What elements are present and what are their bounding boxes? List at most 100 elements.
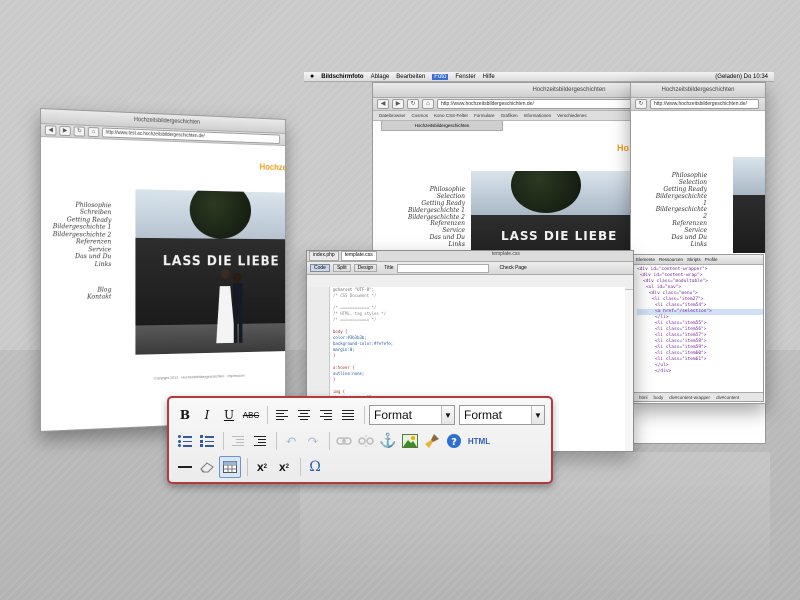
indent-icon[interactable]: [250, 431, 270, 451]
editor-tab-template[interactable]: template.css: [340, 251, 377, 261]
nav-item[interactable]: Bildergeschichte 1: [651, 193, 707, 208]
chevron-down-icon[interactable]: ▼: [531, 406, 544, 424]
home-icon[interactable]: ⌂: [422, 99, 434, 109]
cleanup-brush-icon[interactable]: [422, 431, 442, 451]
nav-item[interactable]: Links: [395, 241, 465, 249]
bookmark-item[interactable]: Dateibrowser: [379, 113, 406, 118]
right-browser-titlebar: Hochzeitsbildergeschichten: [631, 83, 765, 98]
devtools-crumb[interactable]: div#content-wrapper: [669, 395, 710, 400]
left-site-nav: Philosophie Schreiben Getting Ready Bilderg…: [53, 201, 112, 268]
left-browser-window: Hochzeitsbildergeschichten ◀ ▶ ↻ ⌂ http:…: [40, 108, 286, 432]
editor-toolbar: Code Split Design Title Check Page: [307, 262, 633, 275]
bold-button[interactable]: B: [175, 405, 195, 425]
format-select-2[interactable]: Format ▼: [459, 405, 545, 425]
outdent-icon[interactable]: [228, 431, 248, 451]
align-center-icon[interactable]: [294, 405, 314, 425]
help-icon[interactable]: ?: [444, 431, 464, 451]
numbered-list-icon[interactable]: [197, 431, 217, 451]
separator: [329, 432, 330, 450]
reload-icon[interactable]: ↻: [635, 99, 647, 109]
check-page-button[interactable]: Check Page: [500, 265, 527, 271]
title-input[interactable]: [396, 263, 489, 273]
apple-icon[interactable]: ●: [310, 73, 314, 80]
forward-icon[interactable]: ▶: [392, 99, 404, 109]
reload-icon[interactable]: ↻: [73, 126, 86, 137]
table-icon[interactable]: [219, 456, 241, 478]
menu-item[interactable]: Fenster: [455, 74, 475, 80]
devtools-dom-tree[interactable]: <div id="content-wrapper"> <div id="conte…: [633, 265, 763, 375]
reload-icon[interactable]: ↻: [407, 99, 419, 109]
bookmark-item[interactable]: Cosmos: [412, 113, 429, 118]
underline-button[interactable]: U: [219, 405, 239, 425]
menu-item-active[interactable]: Foto: [432, 73, 449, 80]
separator: [223, 432, 224, 450]
devtools-crumb[interactable]: body: [654, 395, 664, 400]
rte-row-2: ↶ ↷ ⚓ ? HTML: [175, 430, 494, 452]
home-icon[interactable]: ⌂: [87, 126, 100, 138]
subscript-label: x: [256, 460, 264, 474]
right-browser-url[interactable]: http://www.hochzeitsbildergeschichten.de…: [650, 99, 759, 109]
devtools-tab[interactable]: Profile: [705, 257, 718, 262]
nav-item[interactable]: Links: [53, 260, 112, 268]
special-character-button[interactable]: Ω: [305, 457, 325, 477]
strikethrough-button[interactable]: ABC: [241, 405, 261, 425]
menu-item[interactable]: Bearbeiten: [396, 74, 425, 80]
format-select-1-value: Format: [374, 408, 413, 422]
forward-icon[interactable]: ▶: [59, 125, 71, 137]
mac-menubar: ● Bildschirmfoto Ablage Bearbeiten Foto …: [304, 72, 774, 82]
subscript-button[interactable]: x2: [252, 457, 272, 477]
editor-file-tabs: index.php template.css template.css: [307, 251, 633, 262]
view-split-button[interactable]: Split: [332, 264, 351, 272]
nav-item[interactable]: Kontakt: [53, 293, 111, 302]
nav-item[interactable]: Links: [651, 241, 707, 249]
undo-icon[interactable]: ↶: [281, 431, 301, 451]
separator: [300, 458, 301, 476]
devtools-crumb[interactable]: div#content: [716, 395, 739, 400]
link-icon[interactable]: [334, 431, 354, 451]
horizontal-rule-icon[interactable]: [175, 457, 195, 477]
unlink-icon[interactable]: [356, 431, 376, 451]
couple-figure: [216, 269, 243, 344]
menubar-app-name[interactable]: Bildschirmfoto: [321, 74, 363, 80]
back-icon[interactable]: ◀: [377, 99, 389, 109]
bookmark-item[interactable]: Grafiken: [501, 113, 518, 118]
devtools-tab[interactable]: Ressourcen: [659, 257, 683, 262]
redo-icon[interactable]: ↷: [303, 431, 323, 451]
align-left-icon[interactable]: [272, 405, 292, 425]
align-right-icon[interactable]: [316, 405, 336, 425]
svg-text:?: ?: [451, 437, 457, 448]
left-site-heading: Hochze: [259, 161, 286, 173]
format-select-1[interactable]: Format ▼: [369, 405, 455, 425]
center-tab[interactable]: Hochzeitsbildergeschichten: [381, 121, 503, 131]
menu-item[interactable]: Hilfe: [483, 74, 495, 80]
bookmark-item[interactable]: Kono CSS-Felter: [434, 113, 468, 118]
back-icon[interactable]: ◀: [44, 125, 57, 136]
editor-tab-index[interactable]: index.php: [309, 251, 339, 261]
view-design-button[interactable]: Design: [353, 264, 378, 272]
menu-item[interactable]: Ablage: [371, 74, 390, 80]
devtools-tab[interactable]: Elemente: [636, 257, 655, 262]
view-code-button[interactable]: Code: [310, 264, 330, 272]
bullet-list-icon[interactable]: [175, 431, 195, 451]
nav-item[interactable]: Bildergeschichte 2: [651, 207, 707, 221]
left-graffiti-text: LASS DIE LIEBE RE: [162, 253, 285, 270]
dom-node[interactable]: </div>: [637, 369, 763, 375]
superscript-label: x: [278, 460, 286, 474]
chevron-down-icon[interactable]: ▼: [441, 406, 454, 424]
align-justify-icon[interactable]: [338, 405, 358, 425]
rte-row-1: B I U ABC Format ▼ Format ▼: [175, 404, 549, 426]
rich-text-toolbar: B I U ABC Format ▼ Format ▼ ↶ ↷ ⚓ ? HTML…: [167, 396, 553, 484]
devtools-tab[interactable]: Skripts: [687, 257, 701, 262]
bookmark-item[interactable]: Verschiedenes: [557, 113, 587, 118]
italic-button[interactable]: I: [197, 405, 217, 425]
image-icon[interactable]: [400, 431, 420, 451]
anchor-icon[interactable]: ⚓: [378, 431, 398, 451]
bookmark-item[interactable]: Informationen: [524, 113, 552, 118]
superscript-button[interactable]: x2: [274, 457, 294, 477]
eraser-icon[interactable]: [197, 457, 217, 477]
separator: [364, 406, 365, 424]
bookmark-item[interactable]: Formulare: [474, 113, 495, 118]
html-source-button[interactable]: HTML: [466, 431, 492, 451]
devtools-crumb[interactable]: html: [639, 395, 648, 400]
separator: [267, 406, 268, 424]
